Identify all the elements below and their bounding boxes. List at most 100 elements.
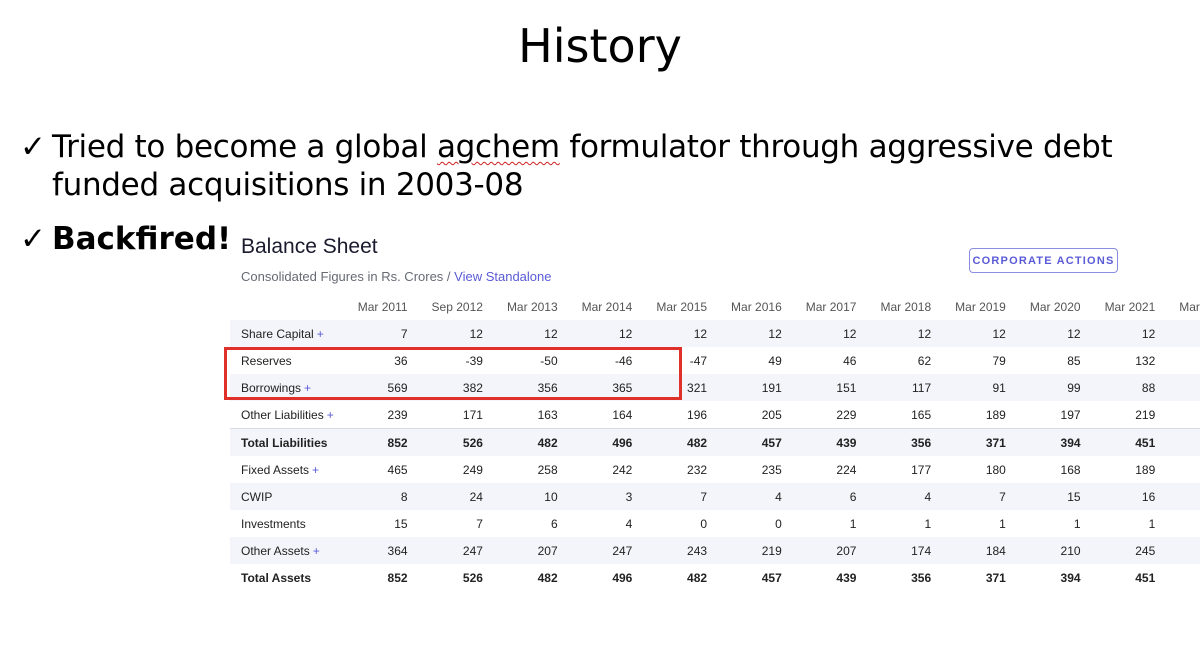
column-header: Mar 2016	[731, 299, 782, 314]
table-cell: 12	[720, 320, 795, 347]
table-cell: 7	[476, 516, 483, 531]
table-cell: 364	[346, 537, 421, 564]
table-cell: 7	[1168, 483, 1200, 510]
table-cell: 247	[420, 537, 496, 564]
row-label: CWIP	[230, 483, 347, 510]
table-cell: 457	[720, 428, 795, 456]
table-cell: 12	[794, 320, 870, 347]
table-cell: 465	[387, 462, 408, 477]
table-cell: 79	[992, 353, 1006, 368]
bullet-1: ✓ Tried to become a global agchem formula…	[20, 128, 1195, 204]
table-cell: 526	[462, 570, 483, 585]
table-cell: 1	[849, 516, 857, 531]
table-cell: 4	[720, 483, 795, 510]
table-cell: 7	[645, 483, 721, 510]
table-cell: 526	[420, 428, 496, 456]
row-label-text: CWIP	[241, 489, 273, 504]
table-row: Total Assets 852 526 482 496 482 457 439 356 371 3…	[230, 564, 1200, 591]
table-cell: 189	[985, 407, 1006, 422]
table-cell: 457	[761, 570, 782, 585]
table-cell: 482	[645, 428, 721, 456]
table-cell: 132	[1135, 353, 1156, 368]
table-cell: 62	[917, 353, 932, 368]
table-cell: 242	[612, 462, 633, 477]
table-cell: 371	[944, 428, 1019, 456]
table-cell: 4	[625, 516, 633, 531]
table-cell: 191	[720, 374, 795, 401]
table-cell: 10	[495, 483, 571, 510]
table-cell: 180	[985, 462, 1006, 477]
table-cell: 394	[1018, 428, 1094, 456]
table-cell: 12	[869, 320, 945, 347]
table-row: Share Capital+71212121212121212121212	[230, 320, 1200, 347]
row-label-text: Total Assets	[241, 570, 312, 585]
table-cell: 88	[1093, 374, 1169, 401]
subtitle-text: Consolidated Figures in Rs. Crores /	[241, 269, 455, 284]
expand-plus-icon[interactable]: +	[312, 463, 319, 477]
table-cell: 1	[1148, 516, 1156, 531]
table-cell: 482	[495, 428, 571, 456]
row-label[interactable]: Share Capital +	[230, 320, 347, 347]
table-cell: 117	[869, 374, 945, 401]
table-cell: 852	[387, 570, 408, 585]
table-cell: 151	[794, 374, 870, 401]
table-cell: 245	[1093, 537, 1169, 564]
table-cell: 207	[794, 537, 870, 564]
row-label[interactable]: Other Assets +	[230, 537, 347, 564]
table-cell: 165	[911, 407, 932, 422]
table-cell: 93	[1168, 374, 1200, 401]
table-cell: 171	[462, 407, 483, 422]
corporate-actions-button[interactable]: CORPORATE ACTIONS	[969, 248, 1118, 273]
table-cell: 1	[1073, 516, 1081, 531]
row-label: Total Liabilities	[230, 428, 347, 456]
table-cell: 174	[869, 537, 945, 564]
column-header: Mar 2020	[1029, 299, 1081, 314]
expand-plus-icon[interactable]: +	[313, 544, 320, 558]
table-cell: 1	[924, 516, 932, 531]
table-cell: 12	[1018, 320, 1094, 347]
table-cell: 46	[843, 353, 857, 368]
table-cell: 356	[911, 570, 932, 585]
column-header	[230, 293, 347, 320]
table-cell: 7	[944, 483, 1019, 510]
view-standalone-link[interactable]: View Standalone	[454, 269, 551, 284]
expand-plus-icon[interactable]: +	[327, 408, 334, 422]
column-header: Mar 2013	[506, 299, 558, 314]
checkmark-icon: ✓	[20, 129, 46, 165]
table-cell: 210	[1018, 537, 1094, 564]
table-cell: 451	[1135, 570, 1156, 585]
row-label-text: Investments	[241, 516, 306, 531]
balance-sheet-table: Mar 2011 Sep 2012 Mar 2013 Mar 2014 Mar 2015…	[230, 293, 1200, 591]
table-cell: 85	[1067, 353, 1081, 368]
row-label: Total Assets	[230, 564, 347, 591]
expand-plus-icon[interactable]: +	[317, 327, 324, 341]
table-cell: 557	[1168, 564, 1200, 591]
table-cell: 15	[1018, 483, 1094, 510]
row-label[interactable]: Fixed Assets +	[230, 456, 347, 483]
table-cell: 12	[495, 320, 571, 347]
table-cell: 6	[550, 516, 558, 531]
table-cell: 207	[495, 537, 571, 564]
table-cell: 229	[836, 407, 857, 422]
column-header: Mar 2019	[955, 299, 1006, 314]
table-cell: 212	[1168, 456, 1200, 483]
table-cell: 6	[794, 483, 870, 510]
row-label-text: Fixed Assets	[241, 462, 310, 477]
column-header: Mar 2015	[656, 299, 708, 314]
table-cell: 557	[1168, 428, 1200, 456]
column-header: Mar 2021	[1104, 299, 1156, 314]
table-cell: 189	[1135, 462, 1156, 477]
row-label-text: Total Liabilities	[241, 435, 328, 450]
table-cell: 0	[775, 516, 782, 531]
table-cell: 249	[462, 462, 483, 477]
table-row: Fixed Assets +465 249 258 242 232 235 224 177 180…	[230, 456, 1200, 483]
highlight-box	[224, 347, 682, 400]
table-row: Total Liabilities 852 526 482 496 482 457 439 35…	[230, 428, 1200, 456]
row-label[interactable]: Other Liabilities +	[230, 401, 347, 429]
table-cell: 24	[420, 483, 496, 510]
table-header-row: Mar 2011 Sep 2012 Mar 2013 Mar 2014 Mar 2015…	[230, 293, 1200, 320]
row-label-text: Other Assets	[241, 543, 310, 558]
table-cell: 258	[537, 462, 558, 477]
balance-sheet-heading: Balance Sheet	[241, 235, 378, 258]
row-label-text: Share Capital	[241, 326, 314, 341]
